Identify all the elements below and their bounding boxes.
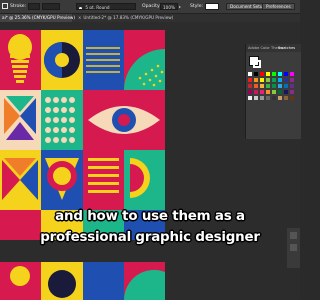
panel-tab-bar: Adobe Color Theme Swatches: [246, 44, 301, 52]
color-swatch[interactable]: [254, 84, 258, 88]
color-swatch[interactable]: [260, 96, 264, 100]
color-swatch[interactable]: [254, 72, 258, 76]
color-swatch[interactable]: [254, 78, 258, 82]
color-swatch[interactable]: [248, 90, 252, 94]
color-swatch[interactable]: [260, 72, 264, 76]
color-swatch[interactable]: [278, 72, 282, 76]
color-swatch[interactable]: [254, 96, 258, 100]
color-swatch[interactable]: [272, 78, 276, 82]
tab-document-1[interactable]: ai* @ 25.36% (CMYK/GPU Preview): [0, 14, 75, 22]
color-swatch[interactable]: [284, 96, 288, 100]
color-swatch[interactable]: [290, 90, 294, 94]
swatch-grid[interactable]: [248, 72, 300, 132]
subtitle-line-1: and how to use them as a: [55, 209, 245, 224]
opacity-label: Opacity:: [142, 4, 161, 9]
color-swatch[interactable]: [266, 84, 270, 88]
preferences-button[interactable]: Preferences: [262, 3, 295, 10]
stroke-label-prefix: [0, 0, 8, 13]
color-swatch[interactable]: [290, 78, 294, 82]
color-swatch[interactable]: [290, 84, 294, 88]
close-icon[interactable]: ×: [78, 15, 81, 20]
color-swatch[interactable]: [290, 72, 294, 76]
color-swatch[interactable]: [278, 96, 282, 100]
color-swatch[interactable]: [278, 84, 282, 88]
color-swatch[interactable]: [248, 72, 252, 76]
color-swatch[interactable]: [260, 78, 264, 82]
opacity-field[interactable]: 100%: [160, 3, 178, 10]
second-artboard-pattern[interactable]: [0, 262, 165, 300]
color-swatch[interactable]: [290, 96, 294, 100]
color-swatch[interactable]: [272, 96, 276, 100]
color-swatch[interactable]: [278, 90, 282, 94]
brush-select[interactable]: 5 pt. Round: [76, 3, 136, 10]
stroke-swatch[interactable]: [253, 60, 261, 68]
color-swatch[interactable]: [248, 96, 252, 100]
brush-dot-icon: [79, 6, 82, 9]
color-swatch[interactable]: [284, 90, 288, 94]
style-label: Style:: [190, 4, 204, 9]
tab-swatches[interactable]: Swatches: [278, 44, 295, 52]
tool-icon[interactable]: [290, 244, 297, 251]
brush-value: 5 pt. Round: [85, 5, 110, 10]
color-swatch[interactable]: [284, 72, 288, 76]
color-swatch[interactable]: [248, 78, 252, 82]
color-swatch[interactable]: [266, 90, 270, 94]
tab-label: Untitled-2* @ 17.83% (CMYK/GPU Preview): [83, 15, 174, 20]
color-swatch[interactable]: [266, 78, 270, 82]
color-swatch[interactable]: [272, 72, 276, 76]
color-swatch[interactable]: [272, 84, 276, 88]
color-swatch[interactable]: [266, 96, 270, 100]
document-tab-bar: ai* @ 25.36% (CMYK/GPU Preview) × Untitle…: [0, 14, 300, 22]
color-swatch[interactable]: [248, 84, 252, 88]
second-artwork: [0, 262, 165, 300]
color-swatch[interactable]: [260, 84, 264, 88]
variable-width-field[interactable]: [42, 3, 60, 10]
color-swatch[interactable]: [284, 78, 288, 82]
tab-label: ai* @ 25.36% (CMYK/GPU Preview): [2, 15, 75, 20]
control-bar: Stroke: 5 pt. Round Opacity: 100% ▸ Styl…: [0, 0, 300, 14]
subtitle-line-2: professional graphic designer: [40, 230, 260, 245]
stroke-label: Stroke:: [10, 4, 27, 9]
swatches-panel[interactable]: Adobe Color Theme Swatches: [245, 44, 301, 139]
color-swatch[interactable]: [278, 78, 282, 82]
opacity-arrow-icon[interactable]: ▸: [179, 4, 181, 9]
color-swatch[interactable]: [266, 72, 270, 76]
tab-document-2[interactable]: × Untitled-2* @ 17.83% (CMYK/GPU Preview): [76, 14, 173, 22]
color-swatch[interactable]: [284, 84, 288, 88]
stroke-weight-field[interactable]: [28, 3, 40, 10]
color-swatch[interactable]: [260, 90, 264, 94]
color-swatch[interactable]: [254, 90, 258, 94]
color-swatch[interactable]: [272, 90, 276, 94]
style-select[interactable]: [205, 3, 219, 10]
